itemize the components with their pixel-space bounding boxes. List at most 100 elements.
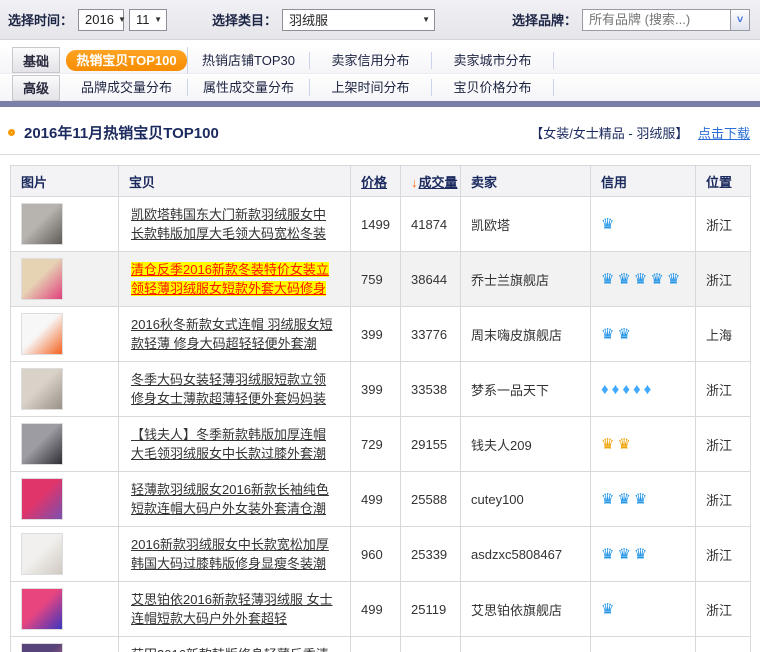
brand-filter-label: 选择品牌： — [512, 10, 577, 29]
title-cell: 凯欧塔韩国东大门新款羽绒服女中长款韩版加厚大毛领大码宽松冬装 — [119, 197, 351, 252]
sales-cell — [401, 637, 461, 652]
product-title-link[interactable]: 轻薄款羽绒服女2016新款长袖纯色短款连帽大码户外女装外套清仓潮 — [131, 482, 329, 516]
col-price: 价格 — [351, 166, 401, 197]
tab-hot-items-top100[interactable]: 热销宝贝TOP100 — [66, 47, 188, 74]
chevron-down-icon: ▼ — [422, 15, 430, 24]
thumb-cell — [11, 472, 119, 527]
location-cell: 浙江 — [696, 252, 751, 307]
crown-icon: ♛ — [617, 326, 630, 343]
product-title-link[interactable]: 茄田2016新款韩版修身轻薄反季清仓羽绒服女短款连帽外套潮 — [131, 647, 329, 652]
year-value: 2016 — [85, 12, 114, 27]
product-thumbnail[interactable] — [21, 313, 63, 355]
product-thumbnail[interactable] — [21, 643, 63, 652]
product-thumbnail[interactable] — [21, 258, 63, 300]
crown-icon: ♛ — [617, 546, 630, 563]
location-cell: 浙江 — [696, 582, 751, 637]
product-title-link[interactable]: 【钱夫人】冬季新款韩版加厚连帽大毛领羽绒服女中长款过膝外套潮 — [131, 427, 326, 461]
crown-icon: ♛ — [634, 546, 647, 563]
tab-hot-shops-top30[interactable]: 热销店铺TOP30 — [188, 52, 310, 69]
product-thumbnail[interactable] — [21, 588, 63, 630]
title-cell: 轻薄款羽绒服女2016新款长袖纯色短款连帽大码户外女装外套清仓潮 — [119, 472, 351, 527]
basic-mode-label: 基础 — [12, 47, 60, 73]
credit-cell: ♛ — [591, 197, 696, 252]
seller-cell: 梦系一品天下 — [461, 362, 591, 417]
chevron-down-icon: ˅ — [737, 14, 743, 26]
thumb-cell — [11, 637, 119, 652]
product-title-link[interactable]: 清仓反季2016新款冬装特价女装立领轻薄羽绒服女短款外套大码修身 — [131, 262, 329, 296]
product-thumbnail[interactable] — [21, 478, 63, 520]
category-value: 羽绒服 — [289, 10, 328, 29]
table-row: 轻薄款羽绒服女2016新款长袖纯色短款连帽大码户外女装外套清仓潮 499 255… — [11, 472, 751, 527]
sales-cell: 33776 — [401, 307, 461, 362]
seller-cell: asdzxc5808467 — [461, 527, 591, 582]
product-thumbnail[interactable] — [21, 368, 63, 410]
seller-cell: cutey100 — [461, 472, 591, 527]
price-cell: 499 — [351, 472, 401, 527]
title-cell: 冬季大码女装轻薄羽绒服短款立领修身女士薄款超薄轻便外套妈妈装 — [119, 362, 351, 417]
year-select[interactable]: 2016 ▼ — [78, 9, 124, 31]
sales-cell: 25339 — [401, 527, 461, 582]
crown-icon: ♛ — [617, 436, 630, 453]
table-row: 2016秋冬新款女式连帽 羽绒服女短款轻薄 修身大码超轻轻便外套潮 399 33… — [11, 307, 751, 362]
product-title-link[interactable]: 凯欧塔韩国东大门新款羽绒服女中长款韩版加厚大毛领大码宽松冬装 — [131, 207, 326, 241]
seller-cell — [461, 637, 591, 652]
sort-desc-icon: ↓ — [411, 175, 418, 190]
product-thumbnail[interactable] — [21, 203, 63, 245]
product-title-link[interactable]: 冬季大码女装轻薄羽绒服短款立领修身女士薄款超薄轻便外套妈妈装 — [131, 372, 326, 406]
tab-seller-credit-dist[interactable]: 卖家信用分布 — [310, 52, 432, 69]
location-cell: 浙江 — [696, 362, 751, 417]
location-cell: 浙江 — [696, 197, 751, 252]
credit-cell: ♦♦♦♦♦ — [591, 362, 696, 417]
crown-icon: ♛ — [601, 271, 614, 288]
seller-cell: 艾思铂依旗舰店 — [461, 582, 591, 637]
price-cell: 399 — [351, 307, 401, 362]
credit-cell: ♛ — [591, 582, 696, 637]
crown-icon: ♛ — [634, 491, 647, 508]
product-thumbnail[interactable] — [21, 423, 63, 465]
product-thumbnail[interactable] — [21, 533, 63, 575]
product-title-link[interactable]: 2016秋冬新款女式连帽 羽绒服女短款轻薄 修身大码超轻轻便外套潮 — [131, 317, 333, 351]
product-title-link[interactable]: 2016新款羽绒服女中长款宽松加厚韩国大码过膝韩版修身显瘦冬装潮 — [131, 537, 329, 571]
location-cell — [696, 637, 751, 652]
table-row: 凯欧塔韩国东大门新款羽绒服女中长款韩版加厚大毛领大码宽松冬装 1499 4187… — [11, 197, 751, 252]
credit-cell: ♛♛♛ — [591, 527, 696, 582]
location-cell: 上海 — [696, 307, 751, 362]
download-link[interactable]: 点击下载 — [698, 126, 750, 141]
title-cell: 艾思铂依2016新款轻薄羽绒服 女士连帽短款大码户外外套超轻 — [119, 582, 351, 637]
filter-bar: 选择时间： 2016 ▼ 11 ▼ 选择类目： 羽绒服 ▼ 选择品牌： ˅ — [0, 0, 760, 40]
credit-cell: ♛♛ — [591, 637, 696, 652]
product-title-link[interactable]: 艾思铂依2016新款轻薄羽绒服 女士连帽短款大码户外外套超轻 — [131, 592, 333, 626]
category-path-text: 【女装/女士精品 - 羽绒服】 — [530, 126, 688, 141]
month-select[interactable]: 11 ▼ — [129, 9, 167, 31]
crown-icon: ♛ — [601, 326, 614, 343]
brand-search-input[interactable] — [582, 9, 730, 31]
table-header-row: 图片 宝贝 价格 ↓成交量 卖家 信用 位置 — [11, 166, 751, 197]
brand-dropdown-button[interactable]: ˅ — [730, 9, 750, 31]
sales-cell: 25588 — [401, 472, 461, 527]
location-cell: 浙江 — [696, 527, 751, 582]
tab-brand-volume-dist[interactable]: 品牌成交量分布 — [66, 79, 188, 96]
credit-cell: ♛♛♛♛♛ — [591, 252, 696, 307]
crown-icon: ♛ — [650, 271, 663, 288]
table-row: 2016新款羽绒服女中长款宽松加厚韩国大码过膝韩版修身显瘦冬装潮 960 253… — [11, 527, 751, 582]
tab-item-price-dist[interactable]: 宝贝价格分布 — [432, 79, 554, 96]
sales-sort-link[interactable]: 成交量 — [419, 175, 458, 190]
col-item: 宝贝 — [119, 166, 351, 197]
table-row: 清仓反季2016新款冬装特价女装立领轻薄羽绒服女短款外套大码修身 759 386… — [11, 252, 751, 307]
sales-cell: 38644 — [401, 252, 461, 307]
tab-seller-city-dist[interactable]: 卖家城市分布 — [432, 52, 554, 69]
bullet-icon — [8, 129, 15, 136]
credit-cell: ♛♛ — [591, 307, 696, 362]
price-sort-link[interactable]: 价格 — [361, 175, 387, 190]
tab-attr-volume-dist[interactable]: 属性成交量分布 — [188, 79, 310, 96]
sales-cell: 29155 — [401, 417, 461, 472]
category-select[interactable]: 羽绒服 ▼ — [282, 9, 435, 31]
title-cell: 清仓反季2016新款冬装特价女装立领轻薄羽绒服女短款外套大码修身 — [119, 252, 351, 307]
crown-icon: ♛ — [601, 601, 614, 618]
diamond-icon: ♦ — [601, 381, 609, 398]
crown-icon: ♛ — [617, 271, 630, 288]
title-cell: 茄田2016新款韩版修身轻薄反季清仓羽绒服女短款连帽外套潮 — [119, 637, 351, 652]
crown-icon: ♛ — [601, 436, 614, 453]
title-cell: 2016新款羽绒服女中长款宽松加厚韩国大码过膝韩版修身显瘦冬装潮 — [119, 527, 351, 582]
tab-listing-time-dist[interactable]: 上架时间分布 — [310, 79, 432, 96]
